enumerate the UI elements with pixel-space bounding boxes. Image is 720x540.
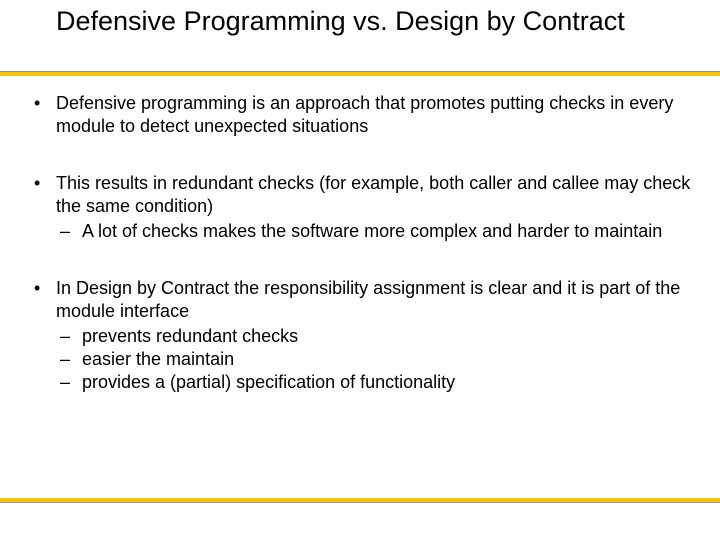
bullet-3-text: In Design by Contract the responsibility… <box>56 278 680 321</box>
bullet-2-text: This results in redundant checks (for ex… <box>56 173 690 216</box>
bullet-1-text: Defensive programming is an approach tha… <box>56 93 673 136</box>
bullet-3-sub-1: prevents redundant checks <box>56 325 692 348</box>
bullet-3-sub-3: provides a (partial) specification of fu… <box>56 371 692 394</box>
bullet-2: This results in redundant checks (for ex… <box>28 172 692 243</box>
title-rule <box>0 72 720 76</box>
bullet-3: In Design by Contract the responsibility… <box>28 277 692 394</box>
bullet-1: Defensive programming is an approach tha… <box>28 92 692 138</box>
content-area: Defensive programming is an approach tha… <box>0 92 720 394</box>
bullet-3-sublist: prevents redundant checks easier the mai… <box>56 325 692 394</box>
bullet-2-sub-1-text: A lot of checks makes the software more … <box>82 221 662 241</box>
bullet-3-sub-3-text: provides a (partial) specification of fu… <box>82 372 455 392</box>
slide: Defensive Programming vs. Design by Cont… <box>0 0 720 540</box>
bullet-3-sub-2: easier the maintain <box>56 348 692 371</box>
bullet-3-sub-1-text: prevents redundant checks <box>82 326 298 346</box>
bullet-2-sublist: A lot of checks makes the software more … <box>56 220 692 243</box>
bullet-3-sub-2-text: easier the maintain <box>82 349 234 369</box>
title-area: Defensive Programming vs. Design by Cont… <box>0 0 720 40</box>
footer-rule-shadow <box>0 502 720 503</box>
slide-title: Defensive Programming vs. Design by Cont… <box>56 6 680 38</box>
bullet-2-sub-1: A lot of checks makes the software more … <box>56 220 692 243</box>
bullet-list: Defensive programming is an approach tha… <box>28 92 692 394</box>
